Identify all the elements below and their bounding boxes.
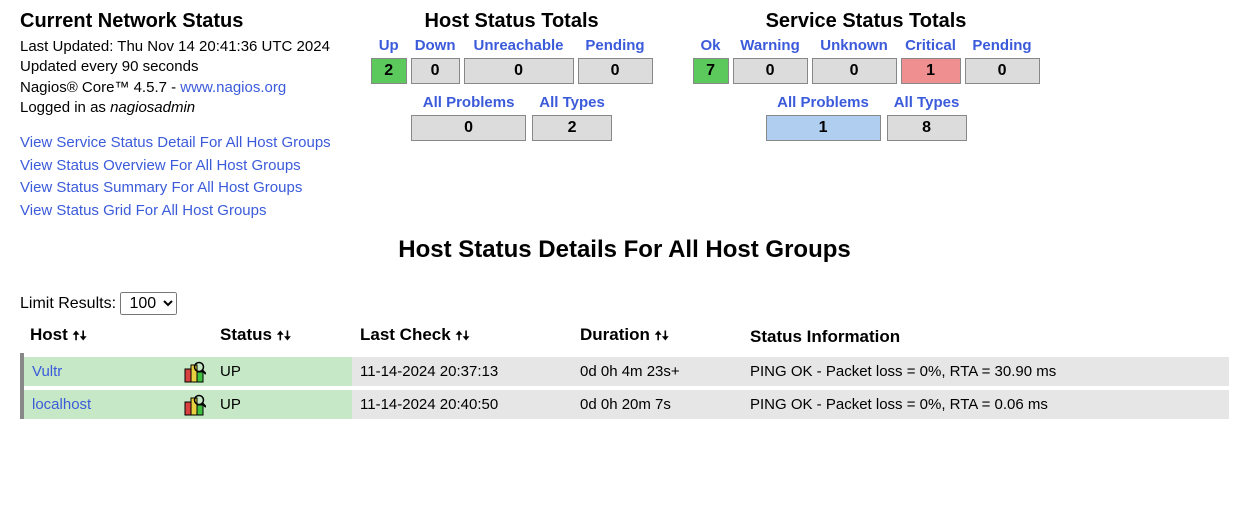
col-header-duration[interactable]: Duration 🠅🠇	[572, 321, 742, 355]
host-totals-title: Host Status Totals	[371, 10, 653, 33]
last-check-cell: 11-14-2024 20:40:50	[352, 388, 572, 419]
sort-icon[interactable]: 🠅🠇	[455, 328, 469, 343]
service-pending-count[interactable]: 0	[965, 58, 1040, 84]
host-unreachable-header[interactable]: Unreachable	[464, 35, 574, 56]
table-row: Vultr UP 11-14-2024 20:37:13 0d 0h 4m 23…	[22, 355, 1229, 388]
status-cell: UP	[212, 355, 352, 388]
sort-icon[interactable]: 🠅🠇	[73, 328, 87, 343]
sort-icon[interactable]: 🠅🠇	[277, 328, 291, 343]
table-header-row: Host 🠅🠇 Status 🠅🠇 Last Check 🠅🠇 Duration…	[22, 321, 1229, 355]
status-info-cell: PING OK - Packet loss = 0%, RTA = 30.90 …	[742, 355, 1229, 388]
table-row: localhost UP 11-14-2024 20:40:50 0d 0h 2…	[22, 388, 1229, 419]
host-up-count[interactable]: 2	[371, 58, 407, 84]
status-info-cell: PING OK - Packet loss = 0%, RTA = 0.06 m…	[742, 388, 1229, 419]
host-all-problems-header[interactable]: All Problems	[411, 92, 526, 113]
host-detail-icon[interactable]	[184, 361, 206, 383]
service-all-types-header[interactable]: All Types	[887, 92, 967, 113]
view-status-summary-link[interactable]: View Status Summary For All Host Groups	[20, 177, 331, 200]
host-all-types-header[interactable]: All Types	[532, 92, 612, 113]
view-status-overview-link[interactable]: View Status Overview For All Host Groups	[20, 155, 331, 178]
service-totals-title: Service Status Totals	[693, 10, 1040, 33]
service-all-problems-header[interactable]: All Problems	[766, 92, 881, 113]
service-all-types-count[interactable]: 8	[887, 115, 967, 141]
host-link[interactable]: localhost	[32, 396, 91, 413]
col-header-last-check[interactable]: Last Check 🠅🠇	[352, 321, 572, 355]
duration-cell: 0d 0h 4m 23s+	[572, 355, 742, 388]
host-detail-icon[interactable]	[184, 394, 206, 416]
limit-results-select[interactable]: 100	[120, 292, 177, 315]
limit-results-row: Limit Results: 100	[20, 292, 1229, 315]
service-all-problems-count[interactable]: 1	[766, 115, 881, 141]
service-ok-header[interactable]: Ok	[693, 35, 729, 56]
details-title: Host Status Details For All Host Groups	[20, 236, 1229, 264]
host-down-count[interactable]: 0	[411, 58, 460, 84]
current-status-block: Current Network Status Last Updated: Thu…	[20, 10, 331, 222]
host-name-cell: Vultr	[22, 355, 212, 388]
host-down-header[interactable]: Down	[411, 35, 460, 56]
logged-in-user: nagiosadmin	[110, 99, 195, 116]
view-links: View Service Status Detail For All Host …	[20, 132, 331, 222]
service-warning-count[interactable]: 0	[733, 58, 808, 84]
host-unreachable-count[interactable]: 0	[464, 58, 574, 84]
host-name-cell: localhost	[22, 388, 212, 419]
host-link[interactable]: Vultr	[32, 363, 62, 380]
service-status-totals: Service Status Totals Ok 7 Warning 0 Unk…	[693, 10, 1040, 222]
service-unknown-count[interactable]: 0	[812, 58, 897, 84]
logged-in-prefix: Logged in as	[20, 99, 110, 116]
host-pending-count[interactable]: 0	[578, 58, 653, 84]
service-unknown-header[interactable]: Unknown	[812, 35, 897, 56]
host-all-types-count[interactable]: 2	[532, 115, 612, 141]
view-status-grid-link[interactable]: View Status Grid For All Host Groups	[20, 200, 331, 223]
host-all-problems-count[interactable]: 0	[411, 115, 526, 141]
service-critical-count[interactable]: 1	[901, 58, 961, 84]
last-updated-label: Last Updated: Thu Nov 14 20:41:36 UTC 20…	[20, 37, 331, 57]
col-header-status-info: Status Information	[742, 321, 1229, 355]
service-pending-header[interactable]: Pending	[965, 35, 1040, 56]
service-ok-count[interactable]: 7	[693, 58, 729, 84]
host-up-header[interactable]: Up	[371, 35, 407, 56]
page-title: Current Network Status	[20, 10, 331, 33]
status-cell: UP	[212, 388, 352, 419]
host-pending-header[interactable]: Pending	[578, 35, 653, 56]
nagios-org-link[interactable]: www.nagios.org	[180, 79, 286, 96]
sort-icon[interactable]: 🠅🠇	[655, 328, 669, 343]
version-line: Nagios® Core™ 4.5.7 - www.nagios.org	[20, 78, 331, 98]
service-warning-header[interactable]: Warning	[733, 35, 808, 56]
limit-results-label: Limit Results:	[20, 295, 120, 312]
host-status-table: Host 🠅🠇 Status 🠅🠇 Last Check 🠅🠇 Duration…	[20, 321, 1229, 419]
logged-in-line: Logged in as nagiosadmin	[20, 98, 331, 118]
col-header-status[interactable]: Status 🠅🠇	[212, 321, 352, 355]
last-check-cell: 11-14-2024 20:37:13	[352, 355, 572, 388]
view-service-status-link[interactable]: View Service Status Detail For All Host …	[20, 132, 331, 155]
col-header-host[interactable]: Host 🠅🠇	[22, 321, 212, 355]
update-interval-label: Updated every 90 seconds	[20, 57, 331, 77]
host-status-totals: Host Status Totals Up 2 Down 0 Unreachab…	[371, 10, 653, 222]
duration-cell: 0d 0h 20m 7s	[572, 388, 742, 419]
version-prefix: Nagios® Core™ 4.5.7 -	[20, 79, 180, 96]
service-critical-header[interactable]: Critical	[901, 35, 961, 56]
